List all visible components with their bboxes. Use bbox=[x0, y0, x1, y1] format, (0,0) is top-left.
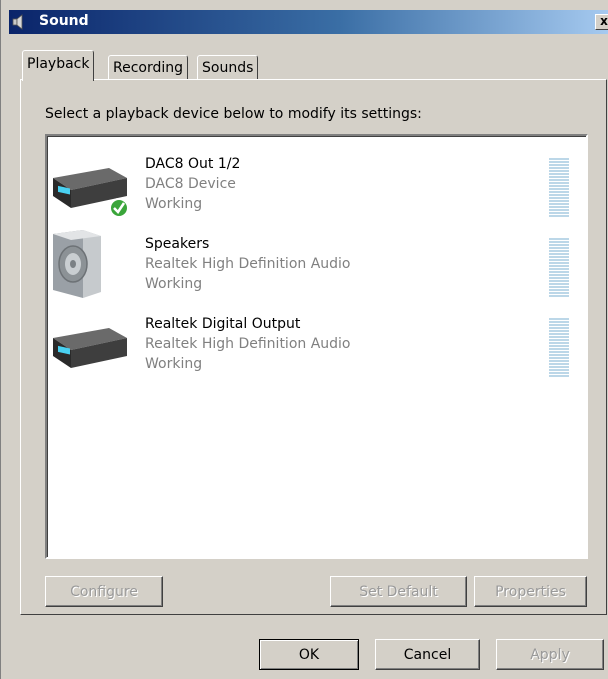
device-description: Realtek High Definition Audio bbox=[145, 336, 351, 352]
device-status: Working bbox=[145, 356, 203, 372]
tab-recording[interactable]: Recording bbox=[108, 55, 189, 80]
tab-label: Sounds bbox=[202, 60, 254, 76]
ok-button[interactable]: OK bbox=[259, 639, 359, 670]
tab-label: Recording bbox=[113, 60, 184, 76]
close-icon: x bbox=[600, 14, 608, 28]
speaker-icon bbox=[12, 14, 23, 30]
device-item-realtek-digital[interactable]: Realtek Digital Output Realtek High Defi… bbox=[47, 304, 586, 382]
volume-meter bbox=[549, 158, 569, 220]
close-button[interactable]: x bbox=[595, 14, 608, 30]
device-item-dac8[interactable]: DAC8 Out 1/2 DAC8 Device Working bbox=[47, 144, 586, 222]
device-description: DAC8 Device bbox=[145, 176, 236, 192]
tab-sounds[interactable]: Sounds bbox=[197, 55, 259, 80]
audio-receiver-icon bbox=[53, 328, 127, 368]
device-name: Realtek Digital Output bbox=[145, 316, 301, 332]
set-default-button[interactable]: Set Default bbox=[330, 576, 467, 607]
default-check-icon bbox=[109, 198, 129, 218]
cancel-button[interactable]: Cancel bbox=[375, 639, 480, 670]
title-bar[interactable]: Sound x bbox=[9, 10, 608, 34]
volume-meter bbox=[549, 238, 569, 300]
tab-label: Playback bbox=[27, 56, 90, 72]
window-title: Sound bbox=[39, 13, 89, 29]
volume-meter bbox=[549, 318, 569, 380]
device-name: DAC8 Out 1/2 bbox=[145, 156, 241, 172]
device-status: Working bbox=[145, 196, 203, 212]
playback-panel: Select a playback device below to modify… bbox=[20, 79, 607, 615]
device-list[interactable]: DAC8 Out 1/2 DAC8 Device Working Speaker… bbox=[45, 134, 588, 559]
device-item-speakers[interactable]: Speakers Realtek High Definition Audio W… bbox=[47, 224, 586, 302]
audio-receiver-icon bbox=[53, 168, 129, 218]
instruction-text: Select a playback device below to modify… bbox=[45, 106, 422, 122]
apply-button[interactable]: Apply bbox=[496, 639, 604, 670]
device-status: Working bbox=[145, 276, 203, 292]
properties-button[interactable]: Properties bbox=[474, 576, 587, 607]
device-name: Speakers bbox=[145, 236, 210, 252]
device-description: Realtek High Definition Audio bbox=[145, 256, 351, 272]
tab-playback[interactable]: Playback bbox=[22, 50, 95, 81]
speaker-icon bbox=[53, 230, 101, 298]
sound-dialog: Sound x Playback Recording Sounds Select… bbox=[0, 0, 608, 679]
configure-button[interactable]: Configure bbox=[45, 576, 163, 607]
